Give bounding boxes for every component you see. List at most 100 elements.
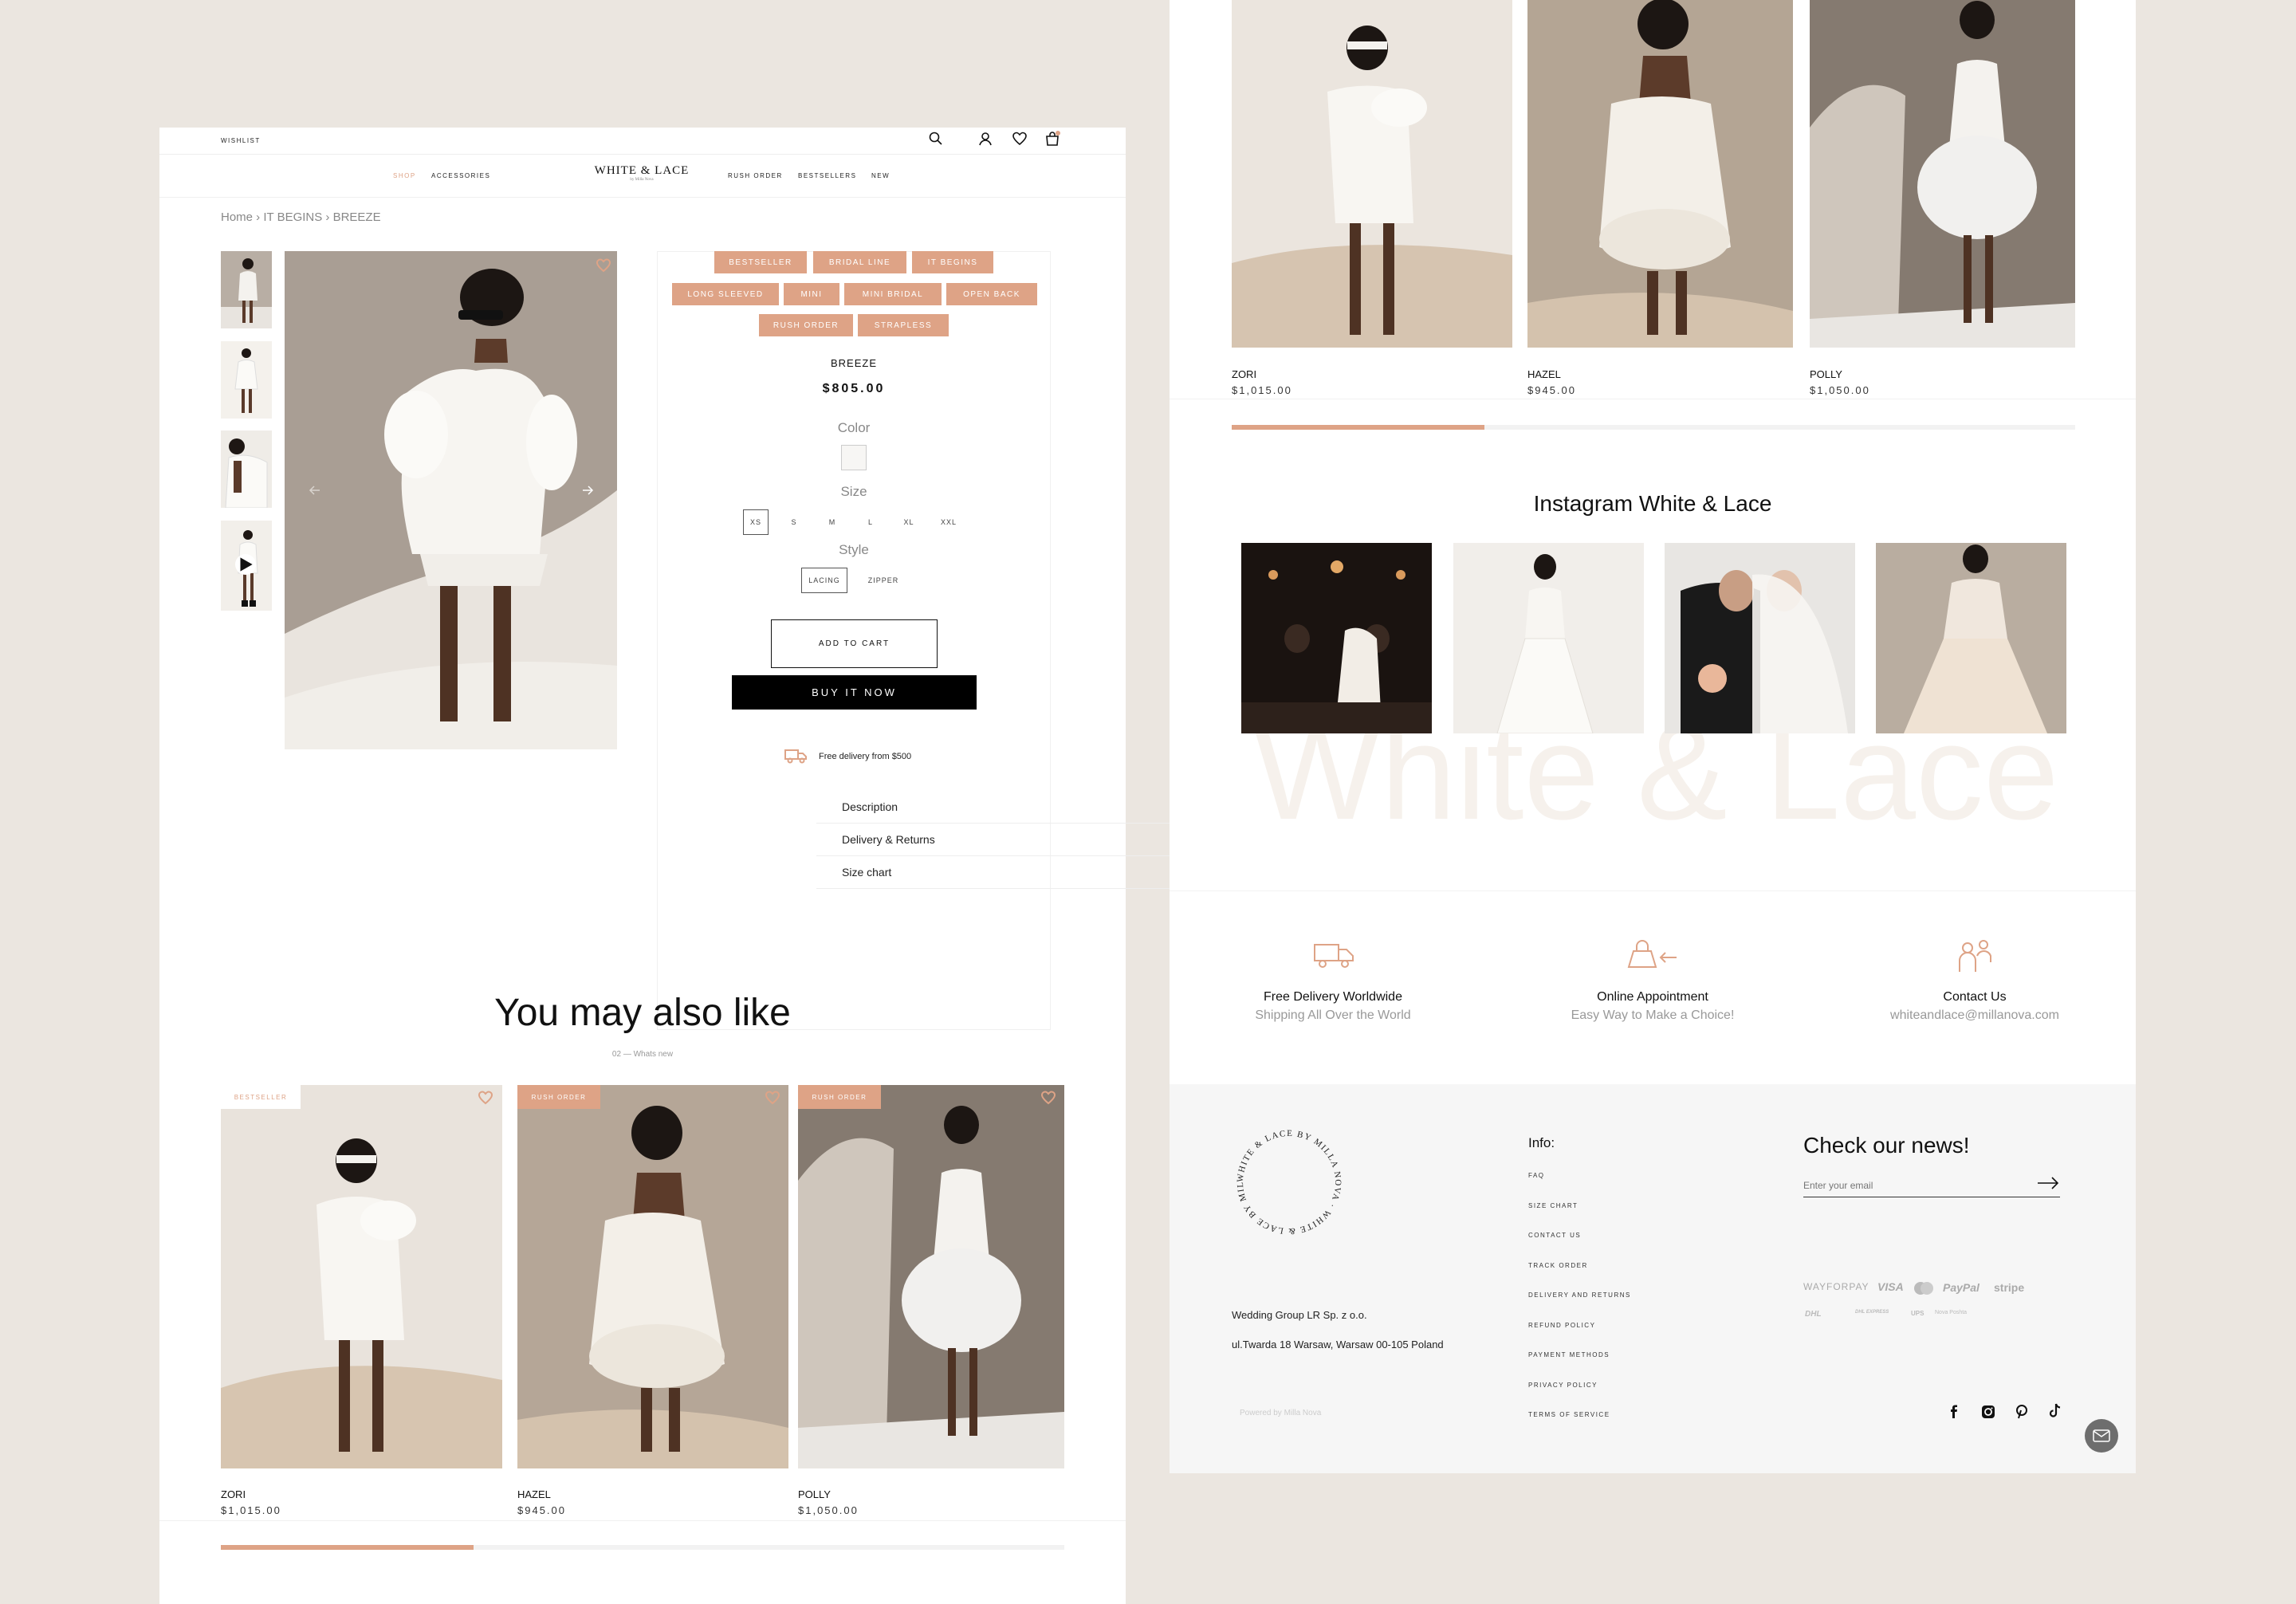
instagram-post-4[interactable] <box>1876 543 2066 733</box>
nav-bestsellers[interactable]: BESTSELLERS <box>798 172 856 179</box>
carousel-image-zori[interactable] <box>1232 0 1512 348</box>
facebook-icon[interactable] <box>1948 1405 1960 1419</box>
nav-shop[interactable]: SHOP <box>393 172 416 179</box>
badge-rush-order: RUSH ORDER <box>517 1085 600 1109</box>
carousel-name[interactable]: ZORI <box>1232 368 1256 380</box>
submit-arrow-icon[interactable] <box>2036 1175 2060 1191</box>
main-product-image[interactable] <box>285 251 617 749</box>
pinterest-icon[interactable] <box>2015 1405 2028 1419</box>
tag-strapless[interactable]: STRAPLESS <box>858 314 949 336</box>
instagram-post-2[interactable] <box>1453 543 1644 733</box>
footer-link-terms[interactable]: TERMS OF SERVICE <box>1528 1411 1610 1418</box>
shipping-nova-poshta: Nova Poshta <box>1935 1310 1968 1315</box>
footer-link-faq[interactable]: FAQ <box>1528 1172 1545 1179</box>
style-zipper[interactable]: ZIPPER <box>859 568 908 593</box>
tiktok-icon[interactable] <box>2049 1403 2062 1419</box>
size-xs[interactable]: XS <box>743 509 769 535</box>
wishlist-link[interactable]: WISHLIST <box>221 137 261 144</box>
buy-now-button[interactable]: BUY IT NOW <box>732 675 977 710</box>
tag-rush-order[interactable]: RUSH ORDER <box>759 314 853 336</box>
footer-link-refund-policy[interactable]: REFUND POLICY <box>1528 1322 1595 1329</box>
tag-bestseller[interactable]: BESTSELLER <box>714 251 807 273</box>
footer-link-size-chart[interactable]: SIZE CHART <box>1528 1202 1578 1209</box>
play-icon[interactable] <box>235 554 256 575</box>
carousel-slider-track[interactable] <box>1232 425 2075 430</box>
tag-mini-bridal[interactable]: MINI BRIDAL <box>844 283 942 305</box>
powered-by[interactable]: Powered by Milla Nova <box>1240 1409 1321 1417</box>
nav-new[interactable]: NEW <box>871 172 890 179</box>
color-swatch[interactable] <box>841 445 867 470</box>
carousel-slider-progress <box>1232 425 1485 430</box>
truck-icon <box>1311 940 1356 972</box>
add-to-cart-button[interactable]: ADD TO CART <box>771 619 938 668</box>
shipping-ups: UPS <box>1911 1310 1924 1317</box>
next-arrow-icon[interactable] <box>580 482 596 498</box>
chat-mail-icon[interactable] <box>2085 1419 2118 1453</box>
feature-subtitle: Easy Way to Make a Choice! <box>1571 1008 1735 1022</box>
size-m[interactable]: M <box>820 509 845 535</box>
seal-logo[interactable]: WHITE & LACE BY MILLA NOVA · WHITE & LAC… <box>1225 1115 1349 1242</box>
slider-track[interactable] <box>221 1545 1064 1550</box>
slider-progress <box>221 1545 474 1550</box>
nav-rush-order[interactable]: RUSH ORDER <box>728 172 783 179</box>
instagram-icon[interactable] <box>1981 1405 1995 1419</box>
product-card-name[interactable]: POLLY <box>798 1488 831 1500</box>
cart-icon[interactable] <box>1044 131 1062 147</box>
company-address: ul.Twarda 18 Warsaw, Warsaw 00-105 Polan… <box>1232 1339 1444 1350</box>
thumbnail-2[interactable] <box>221 341 272 419</box>
footer-link-contact-us[interactable]: CONTACT US <box>1528 1232 1581 1239</box>
size-xl[interactable]: XL <box>896 509 922 535</box>
instagram-post-3[interactable] <box>1665 543 1855 733</box>
newsletter-email-input[interactable] <box>1803 1174 2060 1197</box>
thumbnail-4-video[interactable] <box>221 521 272 611</box>
mastercard-icon <box>1912 1281 1936 1295</box>
footer-link-payment-methods[interactable]: PAYMENT METHODS <box>1528 1351 1610 1358</box>
accordion-size-chart-label: Size chart <box>842 866 892 879</box>
accordion-size-chart[interactable]: Size chart⌄ <box>816 856 1210 889</box>
tag-open-back[interactable]: OPEN BACK <box>946 283 1037 305</box>
product-card-name[interactable]: HAZEL <box>517 1488 551 1500</box>
logo[interactable]: WHITE & LACE by Milla Nova <box>590 164 694 182</box>
tag-it-begins[interactable]: IT BEGINS <box>912 251 993 273</box>
product-card-image-zori[interactable]: BESTSELLER <box>221 1085 502 1468</box>
feature-subtitle: Shipping All Over the World <box>1255 1008 1411 1022</box>
carousel-image-polly[interactable] <box>1810 0 2075 348</box>
product-card-name[interactable]: ZORI <box>221 1488 246 1500</box>
carousel-name[interactable]: HAZEL <box>1527 368 1561 380</box>
newsletter-title: Check our news! <box>1803 1133 1970 1158</box>
tag-long-sleeved[interactable]: LONG SLEEVED <box>672 283 779 305</box>
card-heart-icon[interactable] <box>478 1090 493 1106</box>
prev-arrow-icon[interactable] <box>307 482 323 498</box>
tag-mini[interactable]: MINI <box>784 283 839 305</box>
contact-email[interactable]: whiteandlace@millanova.com <box>1855 1008 2094 1023</box>
carousel-image-hazel[interactable] <box>1527 0 1793 348</box>
thumbnail-1[interactable] <box>221 251 272 328</box>
nav-accessories[interactable]: ACCESSORIES <box>431 172 490 179</box>
card-heart-icon[interactable] <box>1040 1090 1056 1106</box>
product-card-image-polly[interactable]: RUSH ORDER <box>798 1085 1064 1468</box>
instagram-post-1[interactable] <box>1241 543 1432 733</box>
footer-link-track-order[interactable]: TRACK ORDER <box>1528 1262 1588 1269</box>
people-icon <box>1955 938 1995 975</box>
wishlist-heart-icon[interactable] <box>1012 131 1028 147</box>
footer-link-privacy-policy[interactable]: PRIVACY POLICY <box>1528 1382 1598 1389</box>
carousel-name[interactable]: POLLY <box>1810 368 1842 380</box>
footer-link-delivery-returns[interactable]: DELIVERY AND RETURNS <box>1528 1291 1631 1299</box>
account-icon[interactable] <box>977 131 993 147</box>
size-s[interactable]: S <box>781 509 807 535</box>
accordion-description[interactable]: Description⌄ <box>816 791 1210 824</box>
card-heart-icon[interactable] <box>765 1090 780 1106</box>
feature-title: Contact Us <box>1943 990 2007 1004</box>
product-card-image-hazel[interactable]: RUSH ORDER <box>517 1085 788 1468</box>
search-icon[interactable] <box>928 131 944 147</box>
breadcrumb[interactable]: Home › IT BEGINS › BREEZE <box>221 210 381 224</box>
thumbnail-3[interactable] <box>221 430 272 508</box>
size-l[interactable]: L <box>858 509 883 535</box>
main-image-heart-icon[interactable] <box>596 258 611 273</box>
style-lacing[interactable]: LACING <box>801 568 847 593</box>
product-card-price: $945.00 <box>517 1504 566 1516</box>
tag-bridal-line[interactable]: BRIDAL LINE <box>813 251 906 273</box>
shopping-bag-icon <box>1624 940 1680 972</box>
size-xxl[interactable]: XXL <box>936 509 961 535</box>
accordion-delivery-returns[interactable]: Delivery & Returns⌄ <box>816 824 1210 856</box>
